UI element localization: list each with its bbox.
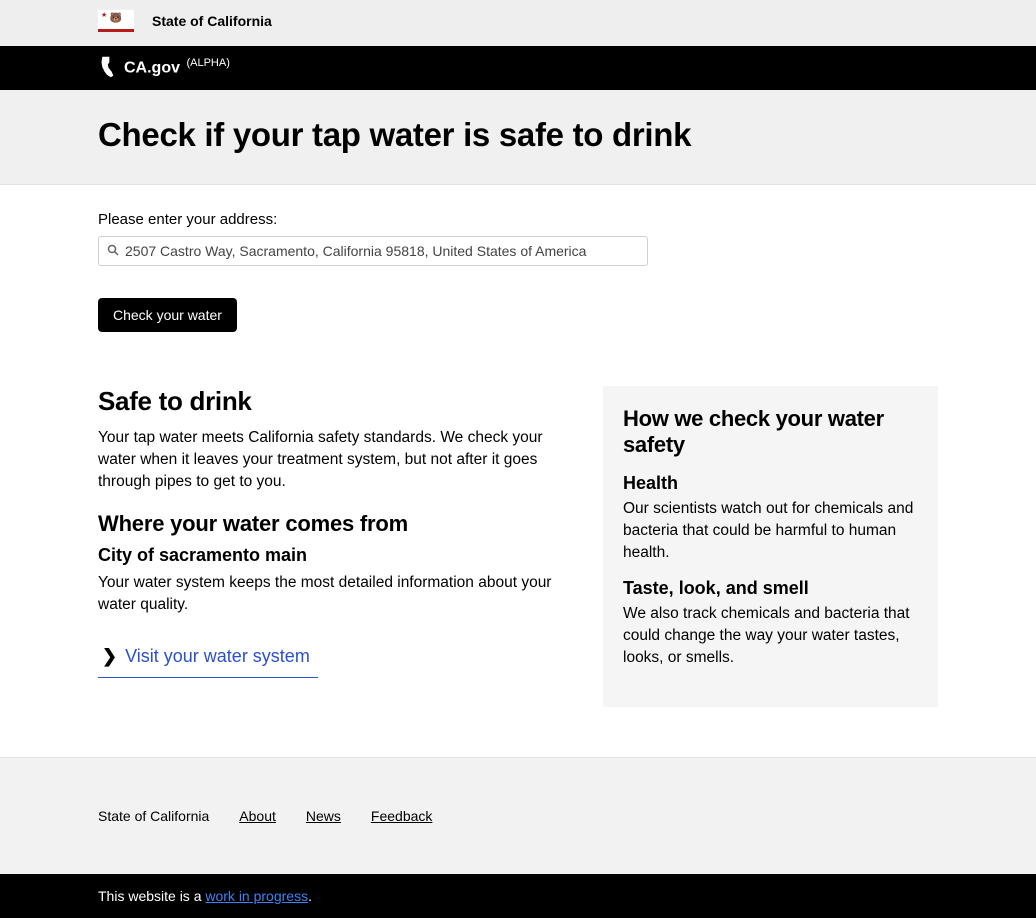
water-system-name: City of sacramento main — [98, 545, 571, 566]
address-input[interactable] — [125, 243, 639, 259]
visit-water-system-link[interactable]: ❯ Visit your water system — [98, 638, 318, 678]
sidebar-panel: How we check your water safety Health Ou… — [603, 386, 938, 707]
check-water-button[interactable]: Check your water — [98, 298, 237, 332]
taste-body: We also track chemicals and bacteria tha… — [623, 603, 918, 669]
wip-suffix: . — [308, 888, 312, 904]
top-bar: ★ 🐻 State of California — [0, 0, 1036, 46]
source-heading: Where your water comes from — [98, 511, 571, 537]
sidebar-heading: How we check your water safety — [623, 406, 918, 459]
page-title: Check if your tap water is safe to drink — [98, 116, 938, 154]
address-input-wrap[interactable] — [98, 236, 648, 266]
nav-bar: CA.gov (ALPHA) — [0, 46, 1036, 90]
main-content: Please enter your address: Check your wa… — [98, 185, 938, 757]
california-outline-icon — [98, 56, 116, 78]
alpha-badge: (ALPHA) — [186, 57, 229, 69]
chevron-right-icon: ❯ — [102, 646, 117, 667]
footer: State of California About News Feedback — [0, 757, 1036, 874]
status-heading: Safe to drink — [98, 386, 571, 417]
footer-black: This website is a work in progress. — [0, 874, 1036, 918]
search-icon — [107, 244, 119, 259]
water-system-body: Your water system keeps the most detaile… — [98, 572, 571, 616]
health-heading: Health — [623, 473, 918, 494]
visit-link-label[interactable]: Visit your water system — [125, 646, 310, 667]
title-area: Check if your tap water is safe to drink — [0, 90, 1036, 185]
status-body: Your tap water meets California safety s… — [98, 427, 571, 493]
california-flag-icon: ★ 🐻 — [98, 10, 134, 32]
footer-state-label: State of California — [98, 808, 209, 824]
taste-heading: Taste, look, and smell — [623, 578, 918, 599]
state-label: State of California — [152, 13, 272, 29]
footer-link-feedback[interactable]: Feedback — [371, 808, 432, 824]
address-prompt: Please enter your address: — [98, 211, 938, 228]
wip-prefix: This website is a — [98, 888, 205, 904]
footer-link-about[interactable]: About — [239, 808, 276, 824]
brand-text: CA.gov — [124, 59, 180, 76]
health-body: Our scientists watch out for chemicals a… — [623, 498, 918, 564]
brand-label[interactable]: CA.gov (ALPHA) — [124, 57, 230, 77]
work-in-progress-link[interactable]: work in progress — [205, 888, 308, 904]
results-left: Safe to drink Your tap water meets Calif… — [98, 386, 571, 678]
footer-link-news[interactable]: News — [306, 808, 341, 824]
